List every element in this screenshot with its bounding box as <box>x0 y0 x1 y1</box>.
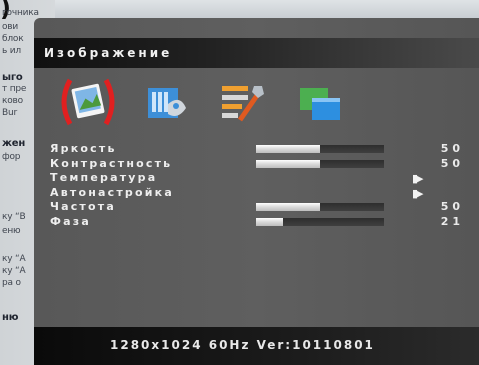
menu-item-label: Контрастность <box>50 156 173 170</box>
bg-text-line: ку “В <box>2 212 26 222</box>
menu-item-label: Яркость <box>50 142 117 155</box>
bg-text-line: ови <box>2 22 19 32</box>
bg-text-line: ь ил <box>2 46 21 56</box>
slider-fill <box>256 203 320 211</box>
menu-item-auto-adjust[interactable]: Автонастройка ▮▶ <box>50 186 470 201</box>
menu-item-label: Температура <box>50 171 158 184</box>
bg-text-line: гочника <box>2 8 39 18</box>
osd-footer: 1280x1024 60Hz Ver:10110801 <box>34 327 479 365</box>
osd-menu-list: Яркость 50 Контрастность 50 Температура … <box>50 142 470 229</box>
bg-text-line: блок <box>2 34 24 44</box>
tools-icon <box>222 86 264 122</box>
bg-text-line: ку “А <box>2 266 26 276</box>
menu-item-label: Автонастройка <box>50 185 174 199</box>
bg-text-line: ра о <box>2 278 21 288</box>
menu-item-label: Фаза <box>50 214 91 228</box>
menu-item-label: Частота <box>50 200 116 213</box>
slider-fill <box>256 145 320 153</box>
osd-tab-row <box>60 74 390 134</box>
menu-item-value: 21 <box>440 214 464 228</box>
slider-fill <box>256 159 320 168</box>
resolution-info: 1280x1024 60Hz Ver:10110801 <box>110 338 375 352</box>
slider-fill <box>256 217 283 226</box>
background-top-strip <box>55 0 479 20</box>
menu-item-brightness[interactable]: Яркость 50 <box>50 142 470 157</box>
windows-icon <box>300 88 340 120</box>
image-icon <box>61 78 115 126</box>
tab-color[interactable] <box>138 74 194 130</box>
bg-text-line: т пре <box>2 84 27 94</box>
submenu-arrow-icon: ▮▶ <box>412 186 423 200</box>
tab-windows[interactable] <box>292 74 348 130</box>
menu-item-contrast[interactable]: Контрастность 50 <box>50 157 470 172</box>
phase-slider[interactable] <box>256 217 384 226</box>
menu-item-phase[interactable]: Фаза 21 <box>50 215 470 230</box>
bg-text-line: ково <box>2 96 23 106</box>
menu-item-frequency[interactable]: Частота 50 <box>50 200 470 215</box>
tab-settings[interactable] <box>214 74 270 130</box>
frequency-slider[interactable] <box>256 203 384 211</box>
bg-text-line: Bur <box>2 108 17 118</box>
menu-item-temperature[interactable]: Температура ▮▶ <box>50 171 470 186</box>
osd-title-bar: Изображение <box>34 38 479 68</box>
bg-text-line: ню <box>2 312 19 323</box>
bg-text-line: жен <box>2 138 26 149</box>
brightness-slider[interactable] <box>256 145 384 153</box>
menu-item-value: 50 <box>440 156 464 170</box>
bg-text-line: еню <box>2 226 21 236</box>
menu-item-value: 50 <box>440 142 464 155</box>
tab-image[interactable] <box>60 74 116 130</box>
color-palette-icon <box>148 88 186 118</box>
submenu-arrow-icon: ▮▶ <box>412 172 423 185</box>
contrast-slider[interactable] <box>256 159 384 168</box>
menu-item-value: 50 <box>440 200 464 213</box>
osd-menu: Изображение Яркость 50 Контрастность 50 … <box>34 18 479 365</box>
bg-text-line: фор <box>2 152 21 162</box>
osd-title: Изображение <box>44 46 173 60</box>
bg-text-line: ку “А <box>2 254 26 264</box>
bg-text-line: ыго <box>2 72 23 83</box>
